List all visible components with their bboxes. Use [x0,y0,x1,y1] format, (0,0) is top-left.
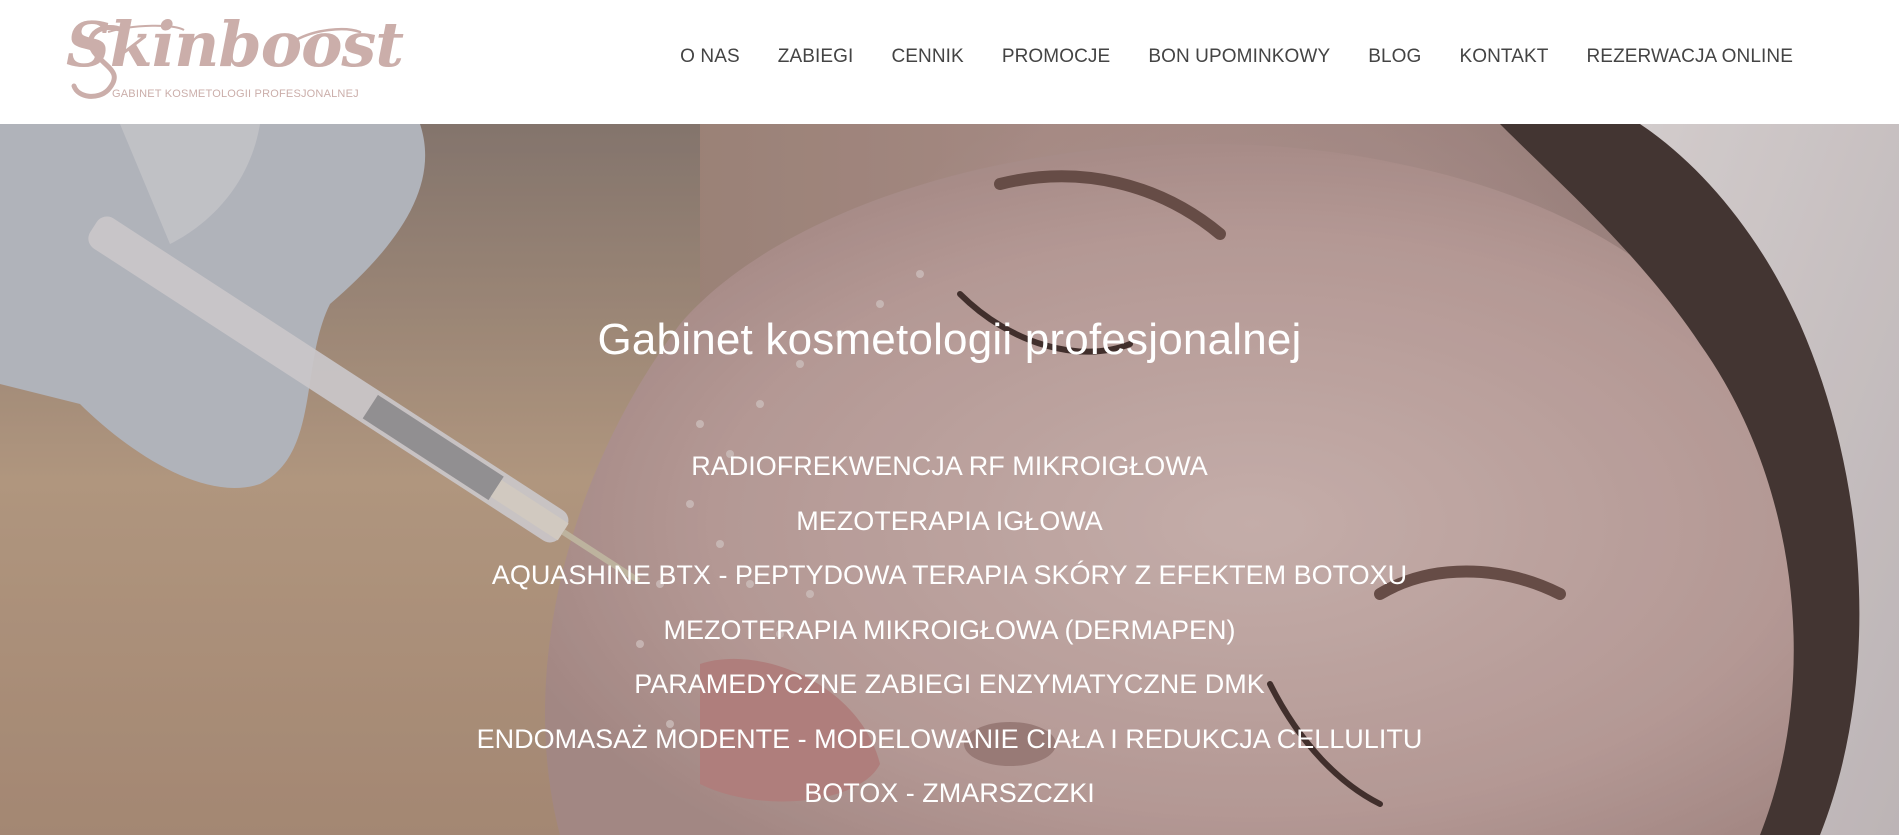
nav-item-rezerwacja-online[interactable]: REZERWACJA ONLINE [1586,46,1793,68]
logo[interactable]: Skinboost GABINET KOSMETOLOGII PROFESJON… [64,8,404,107]
hero-title: Gabinet kosmetologii profesjonalnej [597,315,1302,364]
main-nav: O NAS ZABIEGI CENNIK PROMOCJE BON UPOMIN… [680,46,1793,68]
service-link-dermapen[interactable]: MEZOTERAPIA MIKROIGŁOWA (DERMAPEN) [663,615,1235,645]
logo-tagline: GABINET KOSMETOLOGII PROFESJONALNEJ [112,88,359,100]
services-list: RADIOFREKWENCJA RF MIKROIGŁOWA MEZOTERAP… [0,451,1899,833]
nav-item-cennik[interactable]: CENNIK [891,46,963,68]
site-header: Skinboost GABINET KOSMETOLOGII PROFESJON… [0,0,1899,124]
nav-item-blog[interactable]: BLOG [1368,46,1421,68]
nav-item-o-nas[interactable]: O NAS [680,46,740,68]
service-link-endomasaz[interactable]: ENDOMASAŻ MODENTE - MODELOWANIE CIAŁA I … [477,724,1423,754]
hero-content: Gabinet kosmetologii profesjonalnej RADI… [0,124,1899,835]
service-item[interactable]: ENDOMASAŻ MODENTE - MODELOWANIE CIAŁA I … [0,724,1899,779]
service-item[interactable]: AQUASHINE BTX - PEPTYDOWA TERAPIA SKÓRY … [0,560,1899,615]
service-link-mezoterapia-iglowa[interactable]: MEZOTERAPIA IGŁOWA [796,506,1103,536]
nav-item-zabiegi[interactable]: ZABIEGI [778,46,854,68]
service-item[interactable]: MEZOTERAPIA IGŁOWA [0,506,1899,561]
service-link-aquashine[interactable]: AQUASHINE BTX - PEPTYDOWA TERAPIA SKÓRY … [492,560,1407,590]
service-item[interactable]: MEZOTERAPIA MIKROIGŁOWA (DERMAPEN) [0,615,1899,670]
logo-text: Skinboost [66,8,404,81]
service-item[interactable]: PARAMEDYCZNE ZABIEGI ENZYMATYCZNE DMK [0,669,1899,724]
nav-item-bon-upominkowy[interactable]: BON UPOMINKOWY [1148,46,1330,68]
service-link-botox[interactable]: BOTOX - ZMARSZCZKI [804,778,1095,808]
nav-item-promocje[interactable]: PROMOCJE [1002,46,1110,68]
service-item[interactable]: RADIOFREKWENCJA RF MIKROIGŁOWA [0,451,1899,506]
nav-item-kontakt[interactable]: KONTAKT [1459,46,1548,68]
service-item[interactable]: BOTOX - ZMARSZCZKI [0,778,1899,833]
service-link-rf[interactable]: RADIOFREKWENCJA RF MIKROIGŁOWA [691,451,1208,481]
hero-banner: Gabinet kosmetologii profesjonalnej RADI… [0,124,1899,835]
service-link-dmk[interactable]: PARAMEDYCZNE ZABIEGI ENZYMATYCZNE DMK [634,669,1265,699]
